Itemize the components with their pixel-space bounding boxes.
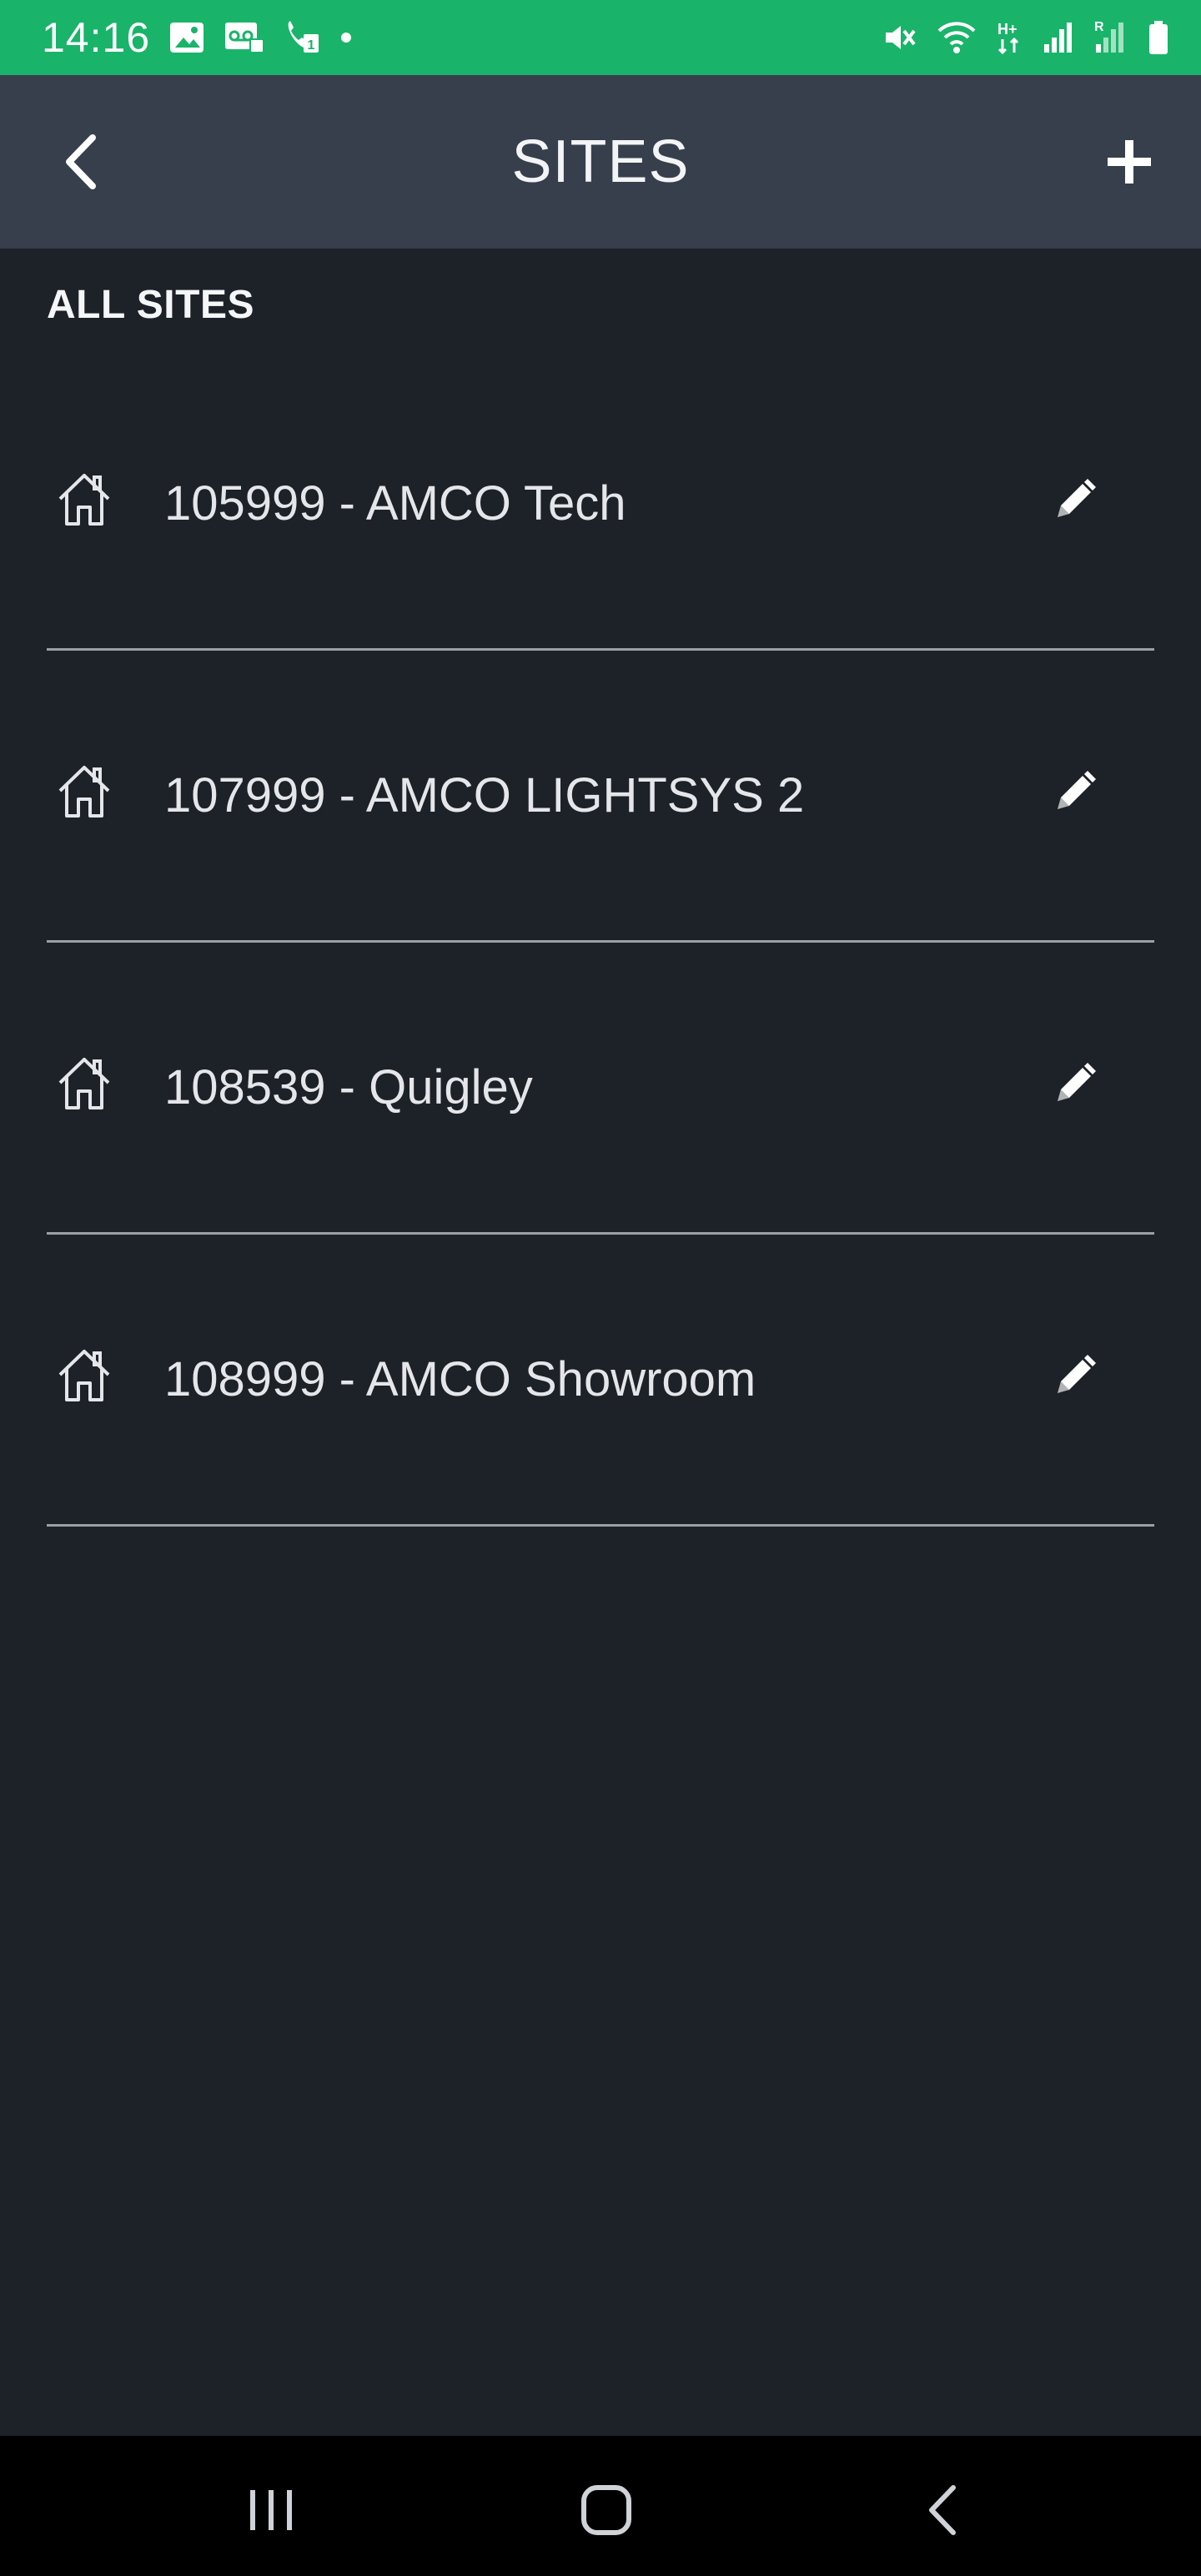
signal-roaming-icon: R [1093,19,1129,56]
edit-site-button[interactable] [1048,1058,1101,1111]
roaming-label: R [1094,20,1104,34]
site-row[interactable]: 107999 - AMCO LIGHTSYS 2 [47,651,1154,943]
data-h-plus-icon: H+ [996,19,1024,56]
wifi-icon [936,19,977,56]
section-heading: ALL SITES [47,283,254,327]
recents-icon [250,2490,292,2530]
site-row[interactable]: 108999 - AMCO Showroom [47,1235,1154,1527]
sites-screen: 14:16 1 H+ R SITES ALL SITES 105999 - AM… [0,0,1201,2576]
site-row[interactable]: 108539 - Quigley [47,943,1154,1235]
chevron-left-icon [66,134,96,189]
site-label: 108539 - Quigley [164,1060,533,1114]
back-nav-icon [929,2485,956,2535]
home-icon [58,1350,110,1401]
pencil-icon [1058,479,1096,517]
pencil-icon [1058,1063,1096,1101]
signal-icon [1043,19,1074,56]
back-button[interactable] [47,128,113,195]
add-site-button[interactable] [1096,128,1163,195]
battery-icon [1148,19,1169,56]
site-label: 105999 - AMCO Tech [164,476,626,531]
call-icon: 1 [284,19,322,56]
site-label: 108999 - AMCO Showroom [164,1352,756,1406]
home-nav-icon [581,2485,631,2535]
svg-text:1: 1 [308,38,315,53]
data-label: H+ [997,21,1018,38]
back-nav-button[interactable] [906,2473,981,2548]
home-icon [58,474,110,526]
home-icon [58,766,110,818]
plus-icon [1108,140,1151,184]
status-time: 14:16 [42,14,151,61]
pencil-icon [1058,771,1096,809]
dot-icon [340,32,352,43]
site-label: 107999 - AMCO LIGHTSYS 2 [164,768,805,823]
status-right: H+ R [881,19,1169,56]
page-title: SITES [511,128,690,195]
edit-site-button[interactable] [1048,474,1101,527]
edit-site-button[interactable] [1048,766,1101,819]
edit-site-button[interactable] [1048,1350,1101,1403]
gallery-icon [168,21,205,54]
home-nav-button[interactable] [569,2473,644,2548]
status-bar: 14:16 1 H+ R [0,0,1201,75]
app-header: SITES [0,75,1201,249]
mute-icon [881,19,917,56]
home-icon [58,1058,110,1109]
system-nav-bar [0,2436,1201,2576]
site-row[interactable]: 105999 - AMCO Tech [47,359,1154,651]
voicemail-icon [224,21,265,54]
recents-button[interactable] [234,2473,309,2548]
status-left: 14:16 1 [42,13,352,62]
pencil-icon [1058,1355,1096,1393]
site-list: 105999 - AMCO Tech 107999 - AMCO LIGHTSY… [0,359,1201,1527]
